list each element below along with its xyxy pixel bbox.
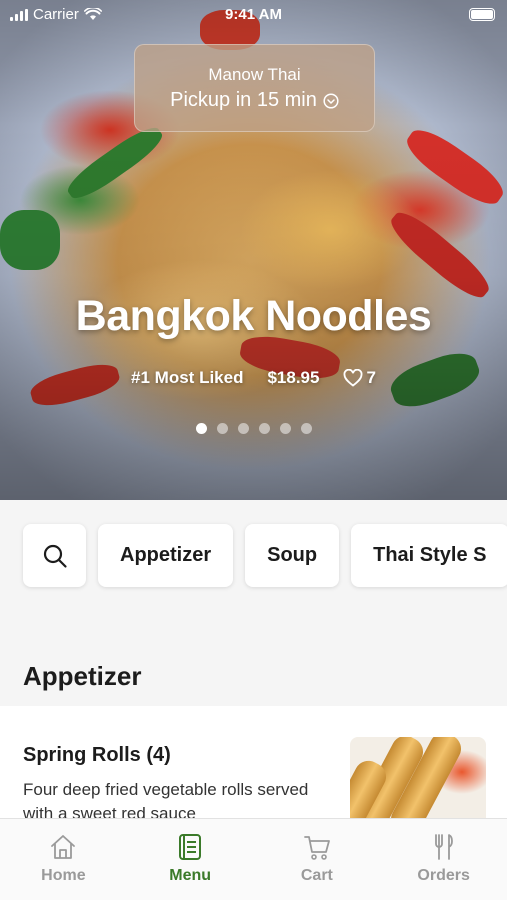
- chevron-down-circle-icon: [323, 92, 339, 109]
- featured-likes[interactable]: 7: [343, 368, 376, 388]
- carousel-dot[interactable]: [258, 423, 270, 434]
- carousel-dot[interactable]: [279, 423, 291, 434]
- carousel-dot[interactable]: [237, 423, 249, 434]
- carousel-dot[interactable]: [195, 423, 207, 434]
- tab-cart[interactable]: Cart: [254, 819, 381, 900]
- featured-price: $18.95: [267, 368, 320, 387]
- restaurant-name: Manow Thai: [208, 65, 301, 84]
- heart-icon: [344, 369, 363, 387]
- tab-home-label: Home: [41, 867, 86, 884]
- clock: 9:41 AM: [225, 6, 282, 23]
- tab-cart-label: Cart: [300, 867, 333, 884]
- featured-hero[interactable]: Carrier 9:41 AM Manow Thai Pickup in 15 …: [0, 0, 507, 500]
- menu-icon: [179, 834, 202, 860]
- featured-badge: #1 Most Liked: [131, 368, 244, 387]
- tab-bar: Home Menu Cart Orders: [0, 818, 507, 900]
- item-name: Spring Rolls (4): [23, 744, 171, 766]
- featured-dish-title: Bangkok Noodles: [75, 292, 432, 340]
- tab-home[interactable]: Home: [0, 819, 127, 900]
- carousel-dots[interactable]: [0, 423, 507, 434]
- section-title: Appetizer: [23, 661, 142, 691]
- tab-orders-label: Orders: [417, 867, 470, 884]
- cart-icon: [303, 836, 330, 860]
- status-bar: Carrier 9:41 AM: [0, 0, 507, 30]
- carousel-dot[interactable]: [300, 423, 312, 434]
- home-icon: [51, 835, 76, 859]
- category-appetizer[interactable]: Appetizer: [98, 524, 234, 587]
- battery-icon: [469, 8, 495, 21]
- item-image: [350, 737, 486, 827]
- search-button[interactable]: [23, 524, 86, 587]
- pickup-eta-label: Pickup in 15 min: [170, 89, 317, 111]
- carousel-dot[interactable]: [216, 423, 228, 434]
- tab-menu[interactable]: Menu: [127, 819, 254, 900]
- tab-menu-label: Menu: [169, 867, 212, 884]
- tab-orders[interactable]: Orders: [380, 819, 507, 900]
- featured-meta: #1 Most Liked $18.95 7: [0, 368, 507, 388]
- likes-count: 7: [366, 368, 376, 387]
- category-bar: Appetizer Soup Thai Style S: [23, 524, 507, 587]
- category-soup[interactable]: Soup: [245, 524, 340, 587]
- category-thai-style[interactable]: Thai Style S: [351, 524, 507, 587]
- pickup-selector[interactable]: Manow Thai Pickup in 15 min: [134, 44, 375, 132]
- search-icon: [43, 544, 67, 568]
- menu-item[interactable]: Spring Rolls (4) Four deep fried vegetab…: [0, 706, 507, 827]
- pickup-eta: Pickup in 15 min: [135, 89, 374, 112]
- fork-knife-icon: [434, 834, 453, 860]
